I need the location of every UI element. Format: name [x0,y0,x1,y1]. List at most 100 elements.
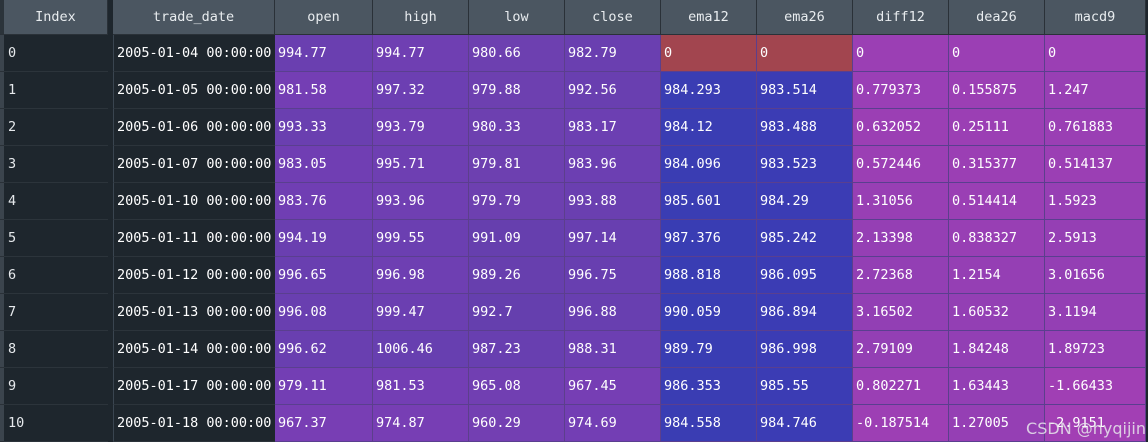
cell-low[interactable]: 979.79 [469,183,565,220]
cell-diff12[interactable]: 0.632052 [853,109,949,146]
cell-open[interactable]: 981.58 [275,72,373,109]
cell-high[interactable]: 995.71 [373,146,469,183]
row-index-cell[interactable]: 0 [4,35,108,72]
cell-dea26[interactable]: 1.27005 [949,405,1045,442]
cell-macd9[interactable]: 0.514137 [1045,146,1146,183]
column-header-open[interactable]: open [275,0,373,35]
cell-close[interactable]: 992.56 [565,72,661,109]
cell-macd9[interactable]: 3.01656 [1045,257,1146,294]
cell-diff12[interactable]: 3.16502 [853,294,949,331]
cell-open[interactable]: 996.62 [275,331,373,368]
cell-diff12[interactable]: 0.802271 [853,368,949,405]
column-header-close[interactable]: close [565,0,661,35]
cell-dea26[interactable]: 1.63443 [949,368,1045,405]
cell-macd9[interactable]: 3.1194 [1045,294,1146,331]
cell-high[interactable]: 993.96 [373,183,469,220]
cell-high[interactable]: 974.87 [373,405,469,442]
cell-high[interactable]: 994.77 [373,35,469,72]
cell-open[interactable]: 983.05 [275,146,373,183]
cell-macd9[interactable]: -1.66433 [1045,368,1146,405]
column-header-diff12[interactable]: diff12 [853,0,949,35]
cell-high[interactable]: 996.98 [373,257,469,294]
cell-open[interactable]: 996.65 [275,257,373,294]
cell-low[interactable]: 980.33 [469,109,565,146]
cell-low[interactable]: 989.26 [469,257,565,294]
cell-dea26[interactable]: 1.84248 [949,331,1045,368]
cell-ema12[interactable]: 985.601 [661,183,757,220]
cell-close[interactable]: 967.45 [565,368,661,405]
cell-trade-date[interactable]: 2005-01-05 00:00:00 [113,72,275,109]
cell-ema12[interactable]: 986.353 [661,368,757,405]
cell-trade-date[interactable]: 2005-01-11 00:00:00 [113,220,275,257]
cell-trade-date[interactable]: 2005-01-18 00:00:00 [113,405,275,442]
column-header-low[interactable]: low [469,0,565,35]
cell-macd9[interactable]: 1.89723 [1045,331,1146,368]
cell-open[interactable]: 967.37 [275,405,373,442]
cell-ema26[interactable]: 986.894 [757,294,853,331]
cell-macd9[interactable]: 0 [1045,35,1146,72]
cell-dea26[interactable]: 0 [949,35,1045,72]
cell-diff12[interactable]: 2.13398 [853,220,949,257]
cell-ema26[interactable]: 986.095 [757,257,853,294]
cell-macd9[interactable]: 1.247 [1045,72,1146,109]
row-index-cell[interactable]: 10 [4,405,108,442]
cell-high[interactable]: 981.53 [373,368,469,405]
column-header-macd9[interactable]: macd9 [1045,0,1146,35]
row-index-cell[interactable]: 7 [4,294,108,331]
cell-close[interactable]: 974.69 [565,405,661,442]
column-header-ema26[interactable]: ema26 [757,0,853,35]
cell-open[interactable]: 996.08 [275,294,373,331]
cell-trade-date[interactable]: 2005-01-14 00:00:00 [113,331,275,368]
row-index-cell[interactable]: 5 [4,220,108,257]
cell-ema26[interactable]: 983.488 [757,109,853,146]
cell-ema26[interactable]: 0 [757,35,853,72]
cell-low[interactable]: 980.66 [469,35,565,72]
cell-ema26[interactable]: 984.746 [757,405,853,442]
cell-dea26[interactable]: 0.155875 [949,72,1045,109]
cell-macd9[interactable]: 0.761883 [1045,109,1146,146]
row-index-cell[interactable]: 3 [4,146,108,183]
cell-ema26[interactable]: 983.523 [757,146,853,183]
cell-macd9[interactable]: 1.5923 [1045,183,1146,220]
cell-ema12[interactable]: 987.376 [661,220,757,257]
cell-dea26[interactable]: 0.25111 [949,109,1045,146]
cell-low[interactable]: 965.08 [469,368,565,405]
cell-dea26[interactable]: 0.838327 [949,220,1045,257]
cell-diff12[interactable]: 0.572446 [853,146,949,183]
cell-ema12[interactable]: 984.293 [661,72,757,109]
cell-trade-date[interactable]: 2005-01-13 00:00:00 [113,294,275,331]
cell-dea26[interactable]: 1.2154 [949,257,1045,294]
column-header-high[interactable]: high [373,0,469,35]
cell-low[interactable]: 960.29 [469,405,565,442]
row-index-cell[interactable]: 9 [4,368,108,405]
cell-high[interactable]: 999.47 [373,294,469,331]
cell-close[interactable]: 988.31 [565,331,661,368]
cell-close[interactable]: 982.79 [565,35,661,72]
cell-low[interactable]: 987.23 [469,331,565,368]
cell-open[interactable]: 993.33 [275,109,373,146]
row-index-cell[interactable]: 2 [4,109,108,146]
cell-ema26[interactable]: 983.514 [757,72,853,109]
column-header-ema12[interactable]: ema12 [661,0,757,35]
cell-ema26[interactable]: 985.242 [757,220,853,257]
cell-ema26[interactable]: 985.55 [757,368,853,405]
cell-dea26[interactable]: 0.315377 [949,146,1045,183]
cell-low[interactable]: 991.09 [469,220,565,257]
cell-trade-date[interactable]: 2005-01-07 00:00:00 [113,146,275,183]
cell-ema26[interactable]: 984.29 [757,183,853,220]
cell-trade-date[interactable]: 2005-01-06 00:00:00 [113,109,275,146]
cell-close[interactable]: 983.17 [565,109,661,146]
cell-diff12[interactable]: 1.31056 [853,183,949,220]
cell-low[interactable]: 992.7 [469,294,565,331]
column-header-dea26[interactable]: dea26 [949,0,1045,35]
row-index-cell[interactable]: 1 [4,72,108,109]
cell-trade-date[interactable]: 2005-01-10 00:00:00 [113,183,275,220]
cell-ema26[interactable]: 986.998 [757,331,853,368]
column-header-trade-date[interactable]: trade_date [113,0,275,35]
cell-open[interactable]: 994.77 [275,35,373,72]
row-index-cell[interactable]: 8 [4,331,108,368]
cell-trade-date[interactable]: 2005-01-04 00:00:00 [113,35,275,72]
cell-macd9[interactable]: 2.5913 [1045,220,1146,257]
cell-ema12[interactable]: 990.059 [661,294,757,331]
cell-high[interactable]: 997.32 [373,72,469,109]
